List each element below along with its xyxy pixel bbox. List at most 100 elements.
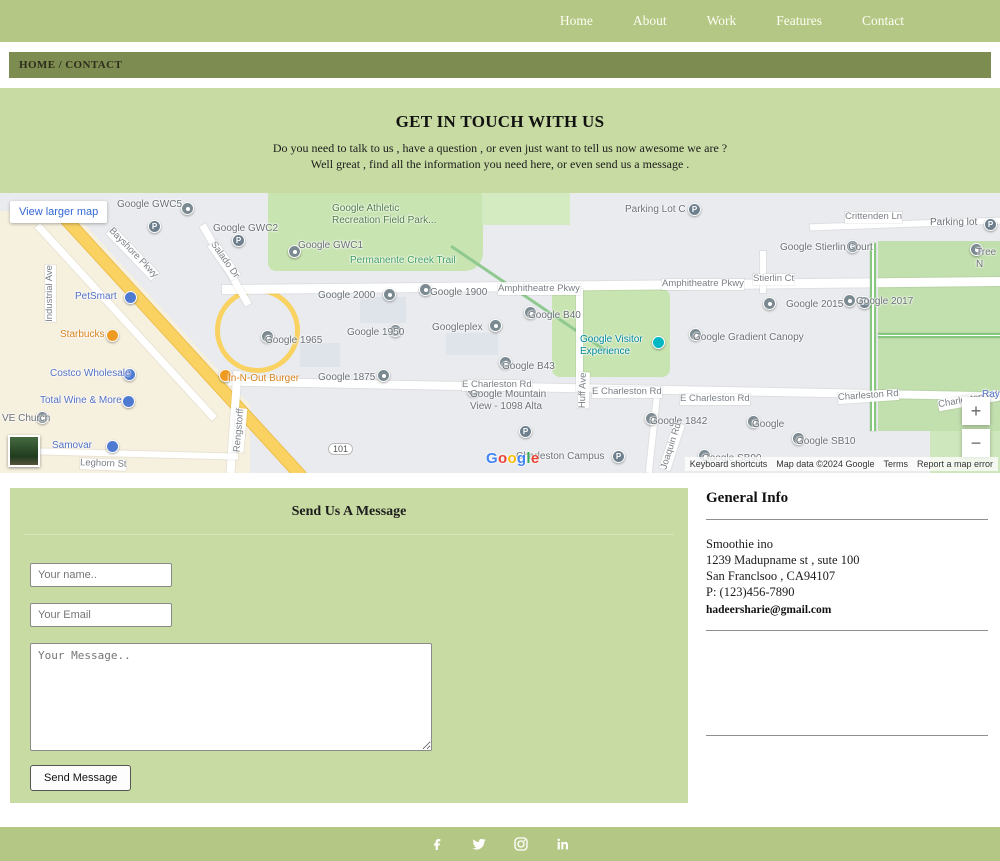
map-marker-blue-pin[interactable] <box>122 395 135 408</box>
map-label: Google Mountain View - 1098 Alta <box>470 389 547 412</box>
street-view-thumbnail[interactable] <box>8 435 40 467</box>
map-marker-blue-pin[interactable] <box>106 440 119 453</box>
map-marker-pin-pin[interactable] <box>843 294 856 307</box>
map-label: Google Gradient Canopy <box>693 332 804 343</box>
map-marker-pin-pin[interactable] <box>181 202 194 215</box>
general-info-lines: Smoothie ino 1239 Madupname st , sute 100… <box>706 536 988 600</box>
map-label: Tree N <box>976 247 997 270</box>
twitter-icon[interactable] <box>471 836 487 852</box>
map-marker-P-pin[interactable]: P <box>612 450 625 463</box>
linkedin-icon[interactable] <box>555 836 571 852</box>
map-marker-P-pin[interactable]: P <box>984 218 997 231</box>
map-marker-P-pin[interactable]: P <box>519 425 532 438</box>
zoom-in-button[interactable]: + <box>962 397 990 425</box>
breadcrumb-wrap: HOME / CONTACT <box>0 42 1000 88</box>
map-label: Crittenden Ln <box>845 211 903 223</box>
map-marker-pin-pin[interactable] <box>763 297 776 310</box>
zoom-controls: + − <box>962 397 990 461</box>
form-title: Send Us A Message <box>291 504 407 519</box>
nav-item-features[interactable]: Features <box>776 13 822 29</box>
map-label: Samovar <box>52 440 93 451</box>
map-label: Google 2000 <box>318 290 376 301</box>
google-watermark-letter: e <box>530 450 540 467</box>
map-label: Permanente Creek Trail <box>350 255 456 266</box>
map-label: Googleplex <box>432 322 483 333</box>
nav-item-about[interactable]: About <box>633 13 667 29</box>
map-marker-pin-pin[interactable] <box>489 319 502 332</box>
nav-item-contact[interactable]: Contact <box>862 13 904 29</box>
send-message-button[interactable]: Send Message <box>30 765 132 791</box>
nav-item-work[interactable]: Work <box>707 13 737 29</box>
map-marker-orange-pin[interactable] <box>106 329 119 342</box>
message-form-panel: Send Us A Message Send Message <box>10 488 688 803</box>
map-label: Leghorn St <box>79 457 127 471</box>
map-marker-pin-pin[interactable] <box>383 288 396 301</box>
map-label: Google GWC1 <box>298 240 364 251</box>
map-label: Google 1875 <box>318 372 376 383</box>
map-label: Google GWC5 <box>117 199 183 210</box>
map-label: 101 <box>328 443 354 456</box>
general-info-panel: General Info Smoothie ino 1239 Madupname … <box>706 488 988 803</box>
form-divider <box>24 534 674 535</box>
map-marker-teal-pin[interactable] <box>652 336 665 349</box>
map-label: Amphitheatre Pkwy <box>662 278 744 290</box>
map-label: PetSmart <box>75 291 117 302</box>
map-label: Google <box>752 419 785 430</box>
map-label: Google Athletic Recreation Field Park... <box>332 203 437 226</box>
map-road-bike-lane <box>878 333 1000 338</box>
nav-item-home[interactable]: Home <box>560 13 593 29</box>
map-marker-P-pin[interactable]: P <box>148 220 161 233</box>
map-label: Joaquin Rd <box>658 421 685 472</box>
map-attribution-keyboard-shortcuts[interactable]: Keyboard shortcuts <box>690 459 768 469</box>
map-label: Google 1965 <box>265 335 323 346</box>
google-watermark-letter: o <box>507 450 517 467</box>
map-highway-ramp <box>215 288 300 373</box>
google-watermark[interactable]: Google <box>486 450 540 467</box>
general-info-title: General Info <box>706 490 789 506</box>
map-road <box>645 392 661 473</box>
map-label: Google Stierlin Court <box>780 242 873 253</box>
map-label: In-N-Out Burger <box>228 373 300 384</box>
name-input[interactable] <box>30 563 172 587</box>
map-label: Google SB10 <box>796 436 856 447</box>
map-label: E Charleston Rd <box>592 386 662 398</box>
facebook-icon[interactable] <box>429 836 445 852</box>
map-marker-pin-pin[interactable] <box>377 369 390 382</box>
map-label: Huff Ave <box>576 372 590 409</box>
map-label: Google 1900 <box>430 287 488 298</box>
breadcrumb-bar: HOME / CONTACT <box>9 52 991 78</box>
message-textarea[interactable] <box>30 643 432 751</box>
map-attribution-terms[interactable]: Terms <box>883 459 908 469</box>
map-attribution-map-data-2024-google[interactable]: Map data ©2024 Google <box>776 459 874 469</box>
general-info-line: P: (123)456-7890 <box>706 585 795 599</box>
zoom-out-button[interactable]: − <box>962 429 990 457</box>
email-input[interactable] <box>30 603 172 627</box>
map-road <box>760 251 766 293</box>
footer-social-bar <box>0 827 1000 861</box>
map-building <box>300 343 340 367</box>
view-larger-map-link[interactable]: View larger map <box>10 201 108 223</box>
google-map-embed[interactable]: PPPPPPPP Google GWC5 Google GWC2 Google GW… <box>0 193 1000 473</box>
map-marker-P-pin[interactable]: P <box>232 234 245 247</box>
nav-list: Home About Work Features Contact <box>560 13 904 29</box>
hero-lines: Do you need to talk to us , have a quest… <box>0 140 1000 172</box>
map-label: Costco Wholesale <box>50 368 131 379</box>
google-watermark-letter: G <box>486 450 498 467</box>
hero-section: GET IN TOUCH WITH US Do you need to talk… <box>0 88 1000 193</box>
map-label: Google 2017 <box>856 296 914 307</box>
map-label: Industrial Ave <box>43 265 56 322</box>
map-road-bike-lane <box>870 243 876 431</box>
map-label: Amphitheatre Pkwy <box>498 283 580 295</box>
contact-email[interactable]: hadeersharie@gmail.com <box>706 604 988 616</box>
map-attribution-report-a-map-error[interactable]: Report a map error <box>917 459 993 469</box>
map-label: Google B40 <box>528 310 581 321</box>
map-label: Google Visitor Experience <box>580 334 643 357</box>
instagram-icon[interactable] <box>513 836 529 852</box>
breadcrumb: HOME / CONTACT <box>19 59 123 71</box>
map-marker-blue-pin[interactable] <box>124 291 137 304</box>
map-label: Parking lot <box>930 217 978 228</box>
map-marker-P-pin[interactable]: P <box>688 203 701 216</box>
map-label: Google B43 <box>502 361 555 372</box>
general-info-line: San Franclsoo , CA94107 <box>706 569 836 583</box>
